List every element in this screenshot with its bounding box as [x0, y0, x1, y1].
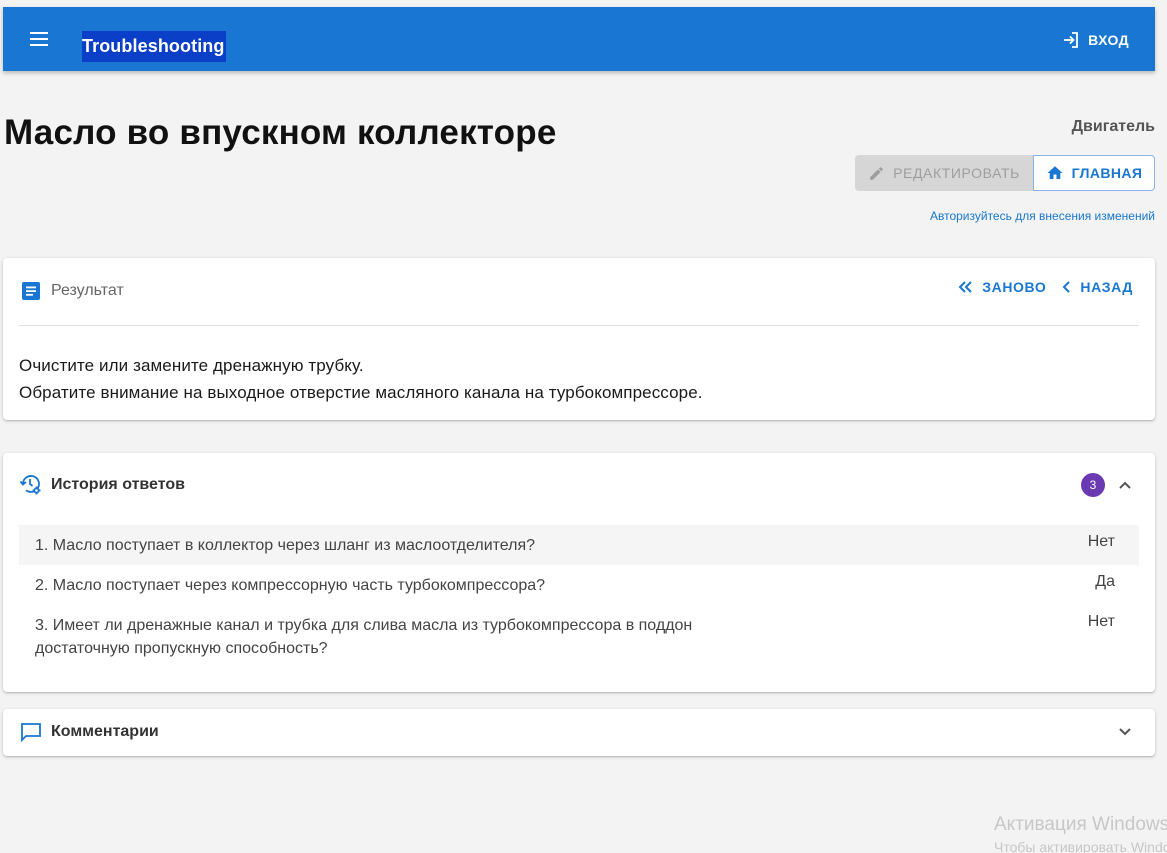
result-card: Результат ЗАНОВО НАЗАД Очистите или заме… [3, 258, 1155, 420]
history-item[interactable]: 2. Масло поступает через компрессорную ч… [19, 565, 1139, 605]
app-title[interactable]: Troubleshooting [82, 31, 226, 62]
home-label: ГЛАВНАЯ [1071, 165, 1143, 181]
double-chevron-left-icon [958, 281, 972, 293]
comments-header[interactable]: Комментарии [19, 720, 1139, 744]
edit-button[interactable]: РЕДАКТИРОВАТЬ [855, 155, 1033, 191]
watermark-title: Активация Windows [994, 814, 1167, 835]
auth-hint-link[interactable]: Авторизуйтесь для внесения изменений [930, 209, 1155, 223]
comment-icon [19, 720, 43, 744]
home-icon [1047, 166, 1063, 179]
login-icon [1064, 32, 1079, 48]
history-label: История ответов [51, 476, 185, 493]
watermark-subtitle: Чтобы активировать Windows [994, 839, 1167, 853]
result-divider [19, 325, 1139, 326]
history-item[interactable]: 3. Имеет ли дренажные канал и трубка для… [19, 605, 1139, 669]
back-button[interactable]: НАЗАД [1062, 279, 1133, 295]
category-label: Двигатель [1071, 118, 1155, 135]
edit-label: РЕДАКТИРОВАТЬ [893, 165, 1020, 181]
history-answer: Нет [1087, 613, 1115, 630]
result-actions: ЗАНОВО НАЗАД [958, 279, 1133, 295]
history-question: 2. Масло поступает через компрессорную ч… [35, 577, 546, 594]
windows-activation-watermark: Активация Windows Чтобы активировать Win… [994, 814, 1167, 853]
history-card: История ответов 3 1. Масло поступает в к… [3, 453, 1155, 692]
result-line-2: Обратите внимание на выходное отверстие … [19, 383, 703, 402]
menu-icon [30, 32, 48, 46]
history-count-badge: 3 [1081, 473, 1105, 497]
history-answer: Да [1095, 573, 1115, 590]
result-label: Результат [51, 282, 124, 299]
document-icon [19, 279, 43, 303]
comments-label: Комментарии [51, 723, 159, 740]
history-item[interactable]: 1. Масло поступает в коллектор через шла… [19, 525, 1139, 565]
login-button[interactable]: ВХОД [1062, 27, 1129, 53]
pencil-icon [870, 166, 883, 180]
history-settings-icon [19, 473, 43, 497]
action-button-group: РЕДАКТИРОВАТЬ ГЛАВНАЯ [855, 155, 1155, 191]
back-label: НАЗАД [1080, 279, 1133, 295]
history-question: 1. Масло поступает в коллектор через шла… [35, 537, 536, 554]
app-bar: Troubleshooting ВХОД [3, 7, 1155, 71]
comments-card: Комментарии [3, 709, 1155, 756]
expand-button[interactable] [1113, 720, 1137, 744]
collapse-button[interactable] [1113, 473, 1137, 497]
result-line-1: Очистите или замените дренажную трубку. [19, 356, 364, 375]
restart-label: ЗАНОВО [982, 279, 1047, 295]
login-label: ВХОД [1088, 32, 1129, 48]
chevron-down-icon [1119, 728, 1131, 736]
history-answer: Нет [1087, 533, 1115, 550]
chevron-up-icon [1119, 481, 1131, 489]
menu-button[interactable] [27, 27, 51, 51]
result-text: Очистите или замените дренажную трубку. … [19, 352, 703, 406]
chevron-left-icon [1062, 281, 1071, 293]
history-list: 1. Масло поступает в коллектор через шла… [19, 525, 1139, 669]
home-button[interactable]: ГЛАВНАЯ [1033, 155, 1155, 191]
page-title: Масло во впускном коллекторе [4, 113, 557, 152]
history-question: 3. Имеет ли дренажные канал и трубка для… [35, 617, 693, 657]
history-header[interactable]: История ответов [19, 473, 1139, 497]
restart-button[interactable]: ЗАНОВО [958, 279, 1046, 295]
